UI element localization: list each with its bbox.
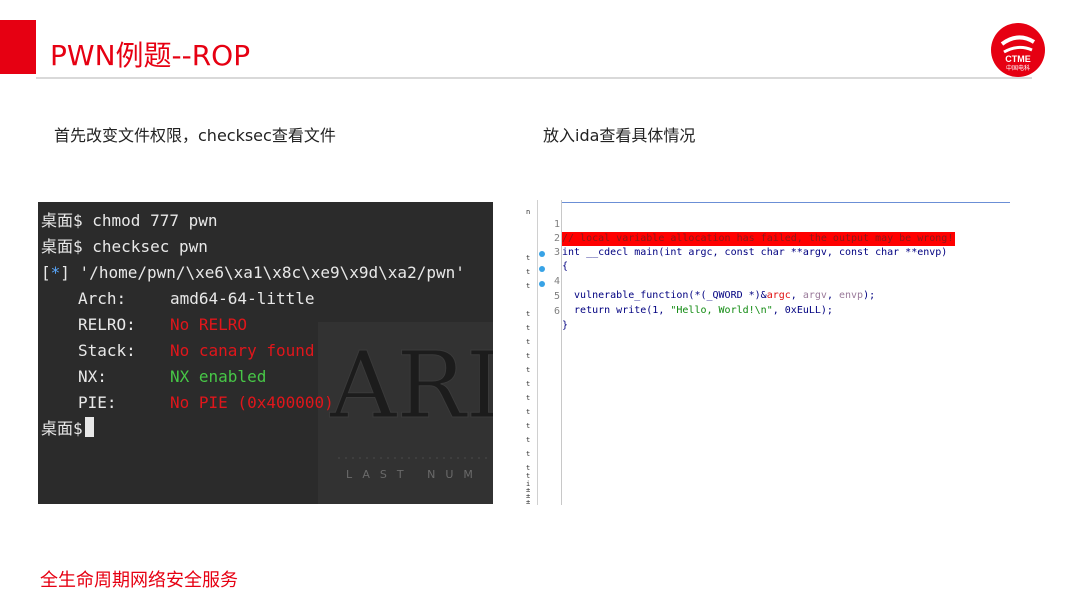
nx-label: NX: [78,367,107,386]
breakpoint-dot-icon[interactable] [539,251,545,257]
code-line-3[interactable]: 3 { [524,232,1010,272]
code-line-4[interactable]: 4 vulnerable_function(*(_QWORD *)&argc, … [524,247,1010,301]
code-line-6[interactable]: 6 } [524,277,1010,331]
svg-text:LAST NUM: LAST NUM [346,468,483,481]
pie-label: PIE: [78,393,117,412]
ida-pseudocode-screenshot: n t t t t t t t t t t t t t t t t i ± ± … [524,200,1010,505]
terminal-line-chmod: 桌面$ chmod 777 pwn [41,211,218,230]
svg-text:CTME: CTME [1005,54,1031,64]
arch-value: amd64-64-little [170,289,315,308]
title-accent-bar [0,20,36,74]
slide-title: PWN例题--ROP [50,39,251,72]
arch-label: Arch: [78,289,127,308]
terminal-prompt-line[interactable]: 桌面$ [41,416,94,442]
code-top-border [562,202,1010,203]
stack-value: No canary found [170,341,315,360]
terminal-line-path: [*] '/home/pwn/\xe6\xa1\x8c\xe9\x9d\xa2/… [41,263,465,282]
pie-value: No PIE (0x400000) [170,393,334,412]
caption-right: 放入ida查看具体情况 [543,126,696,145]
code-line-5[interactable]: 5 return write(1, "Hello, World!\n", 0xE… [524,262,1010,316]
caption-left: 首先改变文件权限，checksec查看文件 [54,126,336,145]
terminal-cursor [84,417,94,437]
relro-label: RELRO: [78,315,136,334]
breakpoint-dot-icon[interactable] [539,266,545,272]
terminal-line-checksec: 桌面$ checksec pwn [41,237,208,256]
svg-text:中国电科: 中国电科 [1006,64,1030,72]
breakpoint-dot-icon[interactable] [539,281,545,287]
title-divider [36,77,1032,79]
stack-label: Stack: [78,341,136,360]
footer-slogan: 全生命周期网络安全服务 [40,570,238,591]
ctme-logo: CTME 中国电科 [990,22,1046,78]
relro-value: No RELRO [170,315,248,334]
code-line-1[interactable]: 1 // local variable allocation has faile… [524,204,1010,246]
svg-text:ARIA: ARIA [329,332,493,439]
nx-value: NX enabled [170,367,267,386]
terminal-screenshot: ARIA LAST NUM 桌面$ chmod 777 pwn 桌面$ chec… [38,202,493,504]
code-line-2[interactable]: 2 int __cdecl main(int argc, const char … [524,218,1010,258]
